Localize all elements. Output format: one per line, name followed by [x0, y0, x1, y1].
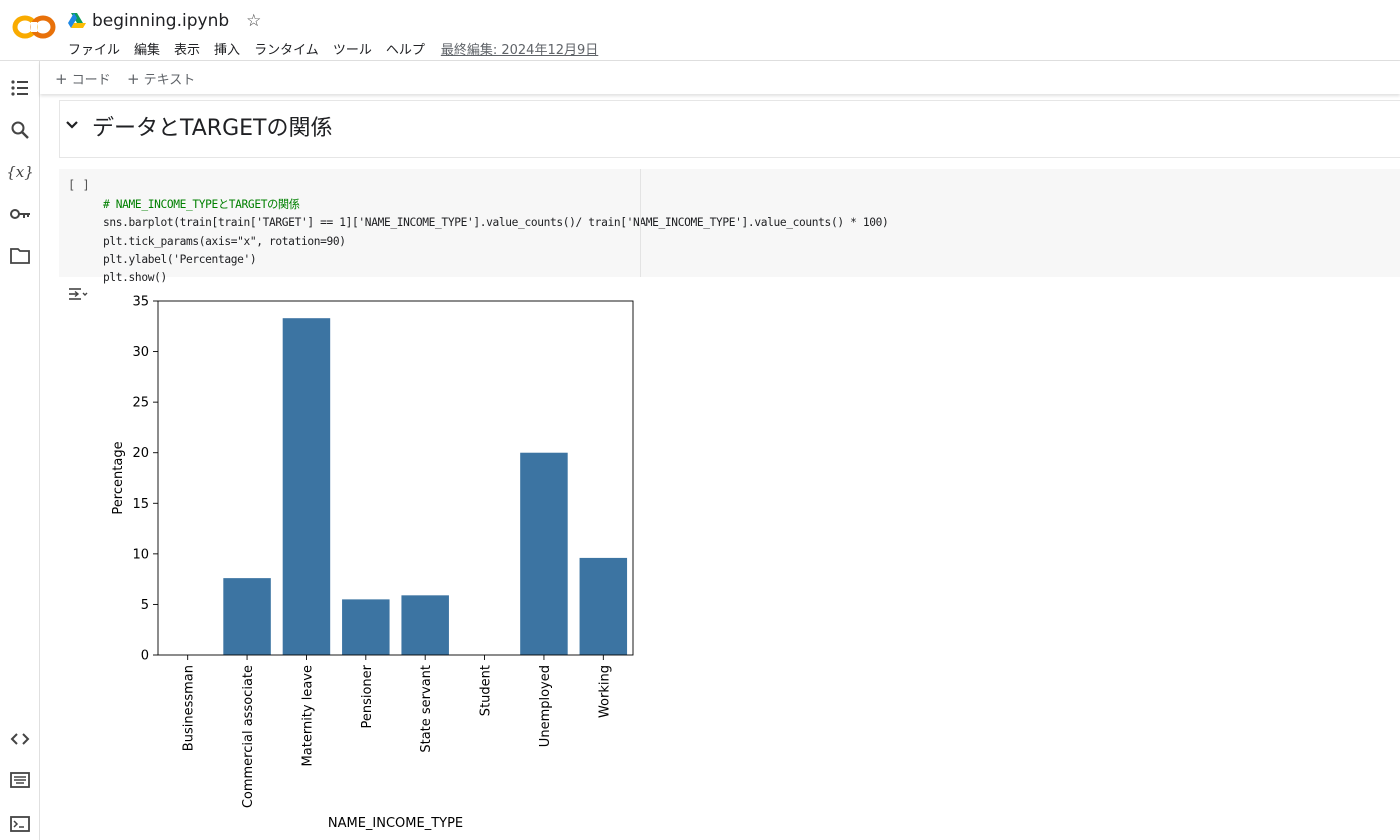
add-text-button[interactable]: + テキスト: [127, 69, 195, 88]
menu-edit[interactable]: 編集: [134, 39, 160, 58]
google-drive-icon[interactable]: [68, 13, 86, 29]
x-tick-label: Maternity leave: [300, 665, 315, 766]
app-header: beginning.ipynb ☆ ファイル 編集 表示 挿入 ランタイム ツー…: [0, 0, 1400, 60]
run-cell-button[interactable]: [ ]: [68, 178, 90, 192]
add-code-button[interactable]: + コード: [55, 69, 111, 88]
y-axis-label: Percentage: [111, 441, 126, 514]
x-tick-label: Working: [597, 665, 612, 718]
y-tick-label: 25: [132, 396, 149, 411]
code-ruler: [640, 169, 641, 277]
code-cell[interactable]: [ ] # NAME_INCOME_TYPEとTARGETの関係 sns.barp…: [59, 169, 1400, 284]
left-rail: {x}: [0, 61, 40, 840]
last-edit-link[interactable]: 最終編集: 2024年12月9日: [441, 39, 598, 58]
y-tick-label: 0: [141, 649, 149, 664]
x-tick-label: State servant: [419, 665, 434, 753]
x-tick-label: Commercial associate: [241, 665, 256, 808]
menu-help[interactable]: ヘルプ: [386, 39, 425, 58]
code-comment: # NAME_INCOME_TYPEとTARGETの関係: [103, 198, 300, 212]
section-heading: データとTARGETの関係: [92, 116, 333, 141]
x-tick-label: Businessman: [182, 665, 197, 751]
menu-insert[interactable]: 挿入: [214, 39, 240, 58]
code-line: plt.tick_params(axis="x", rotation=90): [103, 234, 346, 248]
x-axis-label: NAME_INCOME_TYPE: [328, 816, 463, 831]
text-cell[interactable]: データとTARGETの関係: [59, 100, 1400, 158]
y-tick-label: 10: [132, 547, 149, 562]
menu-runtime[interactable]: ランタイム: [254, 39, 319, 58]
y-tick-label: 20: [132, 446, 149, 461]
bar: [342, 599, 390, 655]
x-tick-label: Student: [479, 665, 494, 716]
add-code-label: コード: [71, 73, 111, 88]
code-line: plt.ylabel('Percentage'): [103, 252, 257, 266]
bar: [282, 318, 331, 655]
plus-icon: +: [55, 70, 68, 88]
variables-icon[interactable]: {x}: [6, 160, 34, 184]
bar: [579, 557, 628, 655]
notebook-title[interactable]: beginning.ipynb: [92, 11, 229, 31]
menu-bar: ファイル 編集 表示 挿入 ランタイム ツール ヘルプ 最終編集: 2024年1…: [68, 39, 612, 58]
colab-logo-icon[interactable]: [12, 12, 56, 42]
y-tick-label: 5: [141, 598, 149, 613]
menu-view[interactable]: 表示: [174, 39, 200, 58]
code-line: sns.barplot(train[train['TARGET'] == 1][…: [103, 216, 889, 230]
menu-file[interactable]: ファイル: [68, 39, 120, 58]
code-line: plt.show(): [103, 271, 167, 285]
add-text-label: テキスト: [143, 73, 196, 88]
x-tick-label: Pensioner: [360, 664, 375, 728]
table-of-contents-icon[interactable]: [8, 76, 32, 100]
command-palette-icon[interactable]: [8, 768, 32, 792]
plus-icon: +: [127, 70, 140, 88]
y-tick-label: 35: [132, 295, 149, 310]
y-tick-label: 15: [132, 497, 149, 512]
cell-toolbar: + コード + テキスト: [40, 61, 1400, 94]
chevron-down-icon[interactable]: [62, 114, 82, 134]
code-line: # NAME_INCOME_TYPEとTARGETの関係: [103, 196, 888, 214]
terminal-icon[interactable]: [8, 812, 32, 836]
search-icon[interactable]: [8, 118, 32, 142]
bar: [223, 578, 271, 655]
code-snippets-icon[interactable]: [8, 727, 32, 751]
code-editor[interactable]: # NAME_INCOME_TYPEとTARGETの関係 sns.barplot(…: [103, 178, 889, 287]
bar-chart: 0 5 10 15 20 25 30 35 Businessman Commercial asso…: [111, 295, 634, 831]
title-row: beginning.ipynb ☆: [68, 9, 261, 33]
files-folder-icon[interactable]: [8, 244, 32, 268]
star-icon[interactable]: ☆: [246, 11, 261, 31]
menu-tools[interactable]: ツール: [333, 39, 372, 58]
bar: [520, 452, 568, 655]
y-tick-label: 30: [132, 345, 149, 360]
x-tick-label: Unemployed: [538, 665, 553, 747]
bar: [401, 595, 449, 655]
output-actions-icon[interactable]: [67, 285, 89, 303]
secrets-key-icon[interactable]: [8, 202, 32, 226]
